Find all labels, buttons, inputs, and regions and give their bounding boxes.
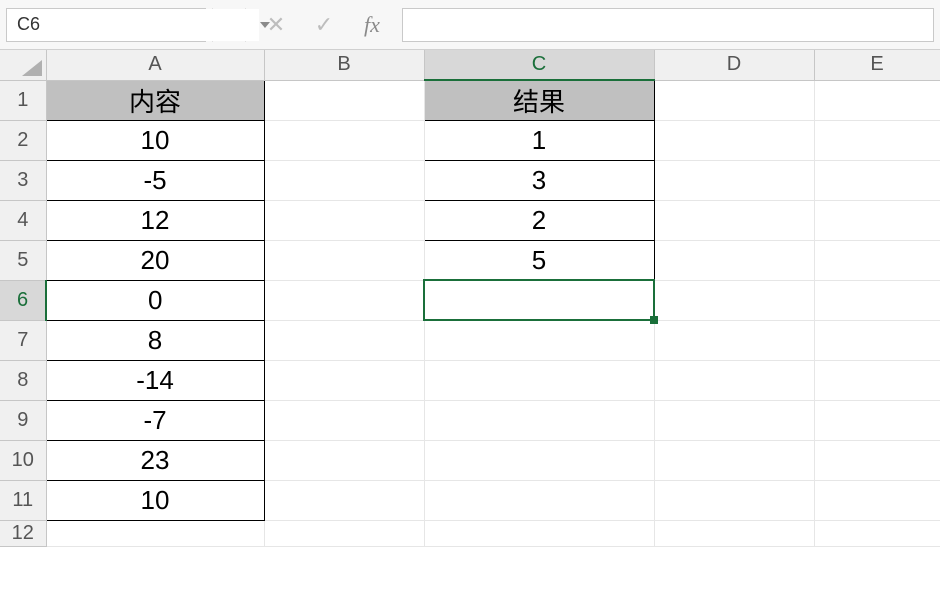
cell-A4[interactable]: 12 <box>46 200 264 240</box>
cell-C12[interactable] <box>424 520 654 546</box>
cell-E4[interactable] <box>814 200 940 240</box>
cell-D6[interactable] <box>654 280 814 320</box>
cell-B1[interactable] <box>264 80 424 120</box>
cell-A8[interactable]: -14 <box>46 360 264 400</box>
cell-A2[interactable]: 10 <box>46 120 264 160</box>
cell-B9[interactable] <box>264 400 424 440</box>
cell-E1[interactable] <box>814 80 940 120</box>
cell-A10[interactable]: 23 <box>46 440 264 480</box>
cell-C10[interactable] <box>424 440 654 480</box>
cell-E8[interactable] <box>814 360 940 400</box>
cell-E10[interactable] <box>814 440 940 480</box>
cell-A12[interactable] <box>46 520 264 546</box>
row-header-5[interactable]: 5 <box>0 240 46 280</box>
cell-C7[interactable] <box>424 320 654 360</box>
column-header-A[interactable]: A <box>46 50 264 80</box>
cell-C5[interactable]: 5 <box>424 240 654 280</box>
cell-A3[interactable]: -5 <box>46 160 264 200</box>
cell-C6[interactable] <box>424 280 654 320</box>
cell-D8[interactable] <box>654 360 814 400</box>
row-header-6[interactable]: 6 <box>0 280 46 320</box>
cell-D10[interactable] <box>654 440 814 480</box>
cell-C2[interactable]: 1 <box>424 120 654 160</box>
cell-A11[interactable]: 10 <box>46 480 264 520</box>
cell-E9[interactable] <box>814 400 940 440</box>
spreadsheet-grid[interactable]: ABCDE1内容结果21013-534122520560788-149-7102… <box>0 50 940 607</box>
select-all-corner[interactable] <box>0 50 46 80</box>
cell-D7[interactable] <box>654 320 814 360</box>
cell-B11[interactable] <box>264 480 424 520</box>
column-header-E[interactable]: E <box>814 50 940 80</box>
insert-function-button[interactable]: fx <box>348 8 396 42</box>
cell-A9[interactable]: -7 <box>46 400 264 440</box>
cell-D9[interactable] <box>654 400 814 440</box>
cell-C1[interactable]: 结果 <box>424 80 654 120</box>
cell-B5[interactable] <box>264 240 424 280</box>
column-header-C[interactable]: C <box>424 50 654 80</box>
cell-E3[interactable] <box>814 160 940 200</box>
cell-B12[interactable] <box>264 520 424 546</box>
name-box-container <box>6 8 206 42</box>
cell-B3[interactable] <box>264 160 424 200</box>
formula-bar: ⋮ ✕ ✓ fx <box>0 0 940 50</box>
cell-D1[interactable] <box>654 80 814 120</box>
row-header-7[interactable]: 7 <box>0 320 46 360</box>
cell-B4[interactable] <box>264 200 424 240</box>
name-box-dropdown[interactable] <box>259 9 271 41</box>
row-header-10[interactable]: 10 <box>0 440 46 480</box>
column-header-B[interactable]: B <box>264 50 424 80</box>
cell-C4[interactable]: 2 <box>424 200 654 240</box>
cell-D5[interactable] <box>654 240 814 280</box>
name-box[interactable] <box>7 9 259 41</box>
cell-E7[interactable] <box>814 320 940 360</box>
cell-B2[interactable] <box>264 120 424 160</box>
row-header-3[interactable]: 3 <box>0 160 46 200</box>
cell-A5[interactable]: 20 <box>46 240 264 280</box>
cell-D11[interactable] <box>654 480 814 520</box>
cell-B8[interactable] <box>264 360 424 400</box>
cell-B7[interactable] <box>264 320 424 360</box>
cell-A7[interactable]: 8 <box>46 320 264 360</box>
row-header-4[interactable]: 4 <box>0 200 46 240</box>
column-header-D[interactable]: D <box>654 50 814 80</box>
cell-C8[interactable] <box>424 360 654 400</box>
cell-E12[interactable] <box>814 520 940 546</box>
cell-A6[interactable]: 0 <box>46 280 264 320</box>
formula-input[interactable] <box>403 9 933 41</box>
cell-A1[interactable]: 内容 <box>46 80 264 120</box>
cell-C3[interactable]: 3 <box>424 160 654 200</box>
cell-E5[interactable] <box>814 240 940 280</box>
formula-input-container <box>402 8 934 42</box>
cell-E6[interactable] <box>814 280 940 320</box>
cell-D12[interactable] <box>654 520 814 546</box>
cell-B10[interactable] <box>264 440 424 480</box>
cell-C9[interactable] <box>424 400 654 440</box>
row-header-8[interactable]: 8 <box>0 360 46 400</box>
cell-D2[interactable] <box>654 120 814 160</box>
row-header-1[interactable]: 1 <box>0 80 46 120</box>
row-header-9[interactable]: 9 <box>0 400 46 440</box>
cell-D4[interactable] <box>654 200 814 240</box>
cell-E2[interactable] <box>814 120 940 160</box>
row-header-2[interactable]: 2 <box>0 120 46 160</box>
cell-B6[interactable] <box>264 280 424 320</box>
row-header-12[interactable]: 12 <box>0 520 46 546</box>
cell-C11[interactable] <box>424 480 654 520</box>
row-header-11[interactable]: 11 <box>0 480 46 520</box>
cell-D3[interactable] <box>654 160 814 200</box>
confirm-icon[interactable]: ✓ <box>300 8 348 42</box>
cell-E11[interactable] <box>814 480 940 520</box>
